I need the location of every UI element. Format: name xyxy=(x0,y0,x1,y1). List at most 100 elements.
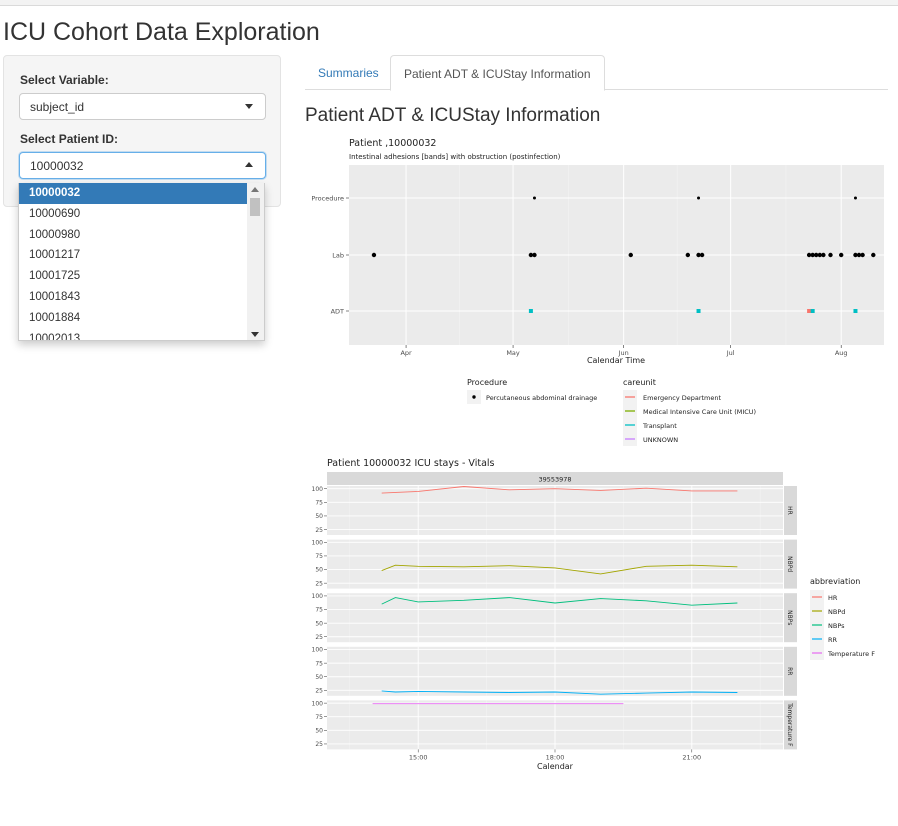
lab-point xyxy=(839,252,844,258)
select-variable-dropdown[interactable]: subject_id xyxy=(19,93,266,120)
legend-label-careunit: Medical Intensive Care Unit (MICU) xyxy=(643,408,756,416)
chevron-up-icon xyxy=(245,162,253,167)
x-axis-title: Calendar Time xyxy=(587,356,645,365)
patient-option[interactable]: 10000980 xyxy=(19,225,264,246)
y-tick-label: Procedure xyxy=(311,195,344,203)
facet-strip-label: Temperature F xyxy=(786,702,793,747)
procedure-point xyxy=(853,196,857,200)
procedure-point xyxy=(532,196,536,200)
facet-label: 39553978 xyxy=(538,476,571,484)
y-tick-label: 75 xyxy=(315,553,323,560)
chart-title: Patient 10000032 ICU stays - Vitals xyxy=(327,458,495,469)
chart-subtitle: Intestinal adhesions [bands] with obstru… xyxy=(349,153,561,161)
x-tick-label: May xyxy=(506,349,520,357)
options-scrollbar[interactable] xyxy=(247,183,264,340)
scroll-down-arrow-icon[interactable] xyxy=(251,332,259,337)
y-tick-label: 25 xyxy=(315,688,323,695)
y-tick-label: ADT xyxy=(331,308,344,316)
procedure-point xyxy=(697,196,701,200)
icu-vitals-chart: Patient 10000032 ICU stays - Vitals 3955… xyxy=(312,458,876,771)
select-variable-label: Select Variable: xyxy=(20,73,109,87)
y-tick-label: 25 xyxy=(315,741,323,748)
legend-label: NBPd xyxy=(828,608,845,616)
patient-option[interactable]: 10001217 xyxy=(19,245,264,266)
adt-timeline-chart: Patient ,10000032 Intestinal adhesions [… xyxy=(311,138,884,446)
lab-point xyxy=(532,252,537,258)
lab-point xyxy=(828,252,833,258)
x-tick-label: 18:00 xyxy=(546,753,565,761)
patient-option[interactable]: 10000690 xyxy=(19,204,264,225)
legend-label: RR xyxy=(828,636,838,644)
legend-label: HR xyxy=(828,594,838,602)
x-tick-label: Aug xyxy=(835,349,848,357)
y-tick-label: 75 xyxy=(315,607,323,614)
lab-point xyxy=(871,252,876,258)
y-tick-label: 50 xyxy=(315,620,323,627)
legend-label-procedure: Percutaneous abdominal drainage xyxy=(486,394,597,402)
y-tick-label: 25 xyxy=(315,527,323,534)
facet-strip-label: NBPd xyxy=(786,556,793,572)
lab-point xyxy=(685,252,691,258)
x-tick-label: 21:00 xyxy=(682,753,701,761)
legend-title-careunit: careunit xyxy=(623,378,656,387)
section-title: Patient ADT & ICUStay Information xyxy=(305,105,601,126)
x-tick-label: Jul xyxy=(726,349,735,357)
y-tick-label: 100 xyxy=(312,593,324,600)
lab-point xyxy=(628,252,633,258)
legend-label-careunit: Emergency Department xyxy=(643,394,722,402)
adt-segment xyxy=(853,309,858,313)
adt-segment xyxy=(528,309,533,313)
patient-option[interactable]: 10001843 xyxy=(19,287,264,308)
scrollbar-thumb[interactable] xyxy=(250,198,260,216)
facet-strip-label: NBPs xyxy=(786,610,793,625)
facet-strip-label: RR xyxy=(786,667,793,675)
legend-title: abbreviation xyxy=(810,577,860,586)
y-tick-label: 25 xyxy=(315,634,323,641)
lab-point xyxy=(860,252,865,258)
y-tick-label: 100 xyxy=(312,700,324,707)
y-tick-label: 75 xyxy=(315,660,323,667)
patient-option[interactable]: 10001884 xyxy=(19,308,264,329)
y-tick-label: 100 xyxy=(312,486,324,493)
browser-top-strip xyxy=(0,0,898,6)
patient-option[interactable]: 10000032 xyxy=(19,183,264,204)
chevron-down-icon xyxy=(245,104,253,109)
y-tick-label: 50 xyxy=(315,728,323,735)
lab-point xyxy=(371,252,377,258)
legend-point-procedure xyxy=(472,395,476,399)
tab-summaries[interactable]: Summaries xyxy=(305,55,392,90)
select-patient-label: Select Patient ID: xyxy=(20,132,119,146)
legend-label: Temperature F xyxy=(827,650,875,658)
select-patient-dropdown[interactable]: 10000032 xyxy=(19,152,266,179)
y-tick-label: 75 xyxy=(315,500,323,507)
legend-label: NBPs xyxy=(828,622,845,630)
adt-segment xyxy=(810,309,815,313)
tab-patient-adt-icustay[interactable]: Patient ADT & ICUStay Information xyxy=(390,55,605,91)
chart-title: Patient ,10000032 xyxy=(349,138,436,149)
patient-options-list[interactable]: 10000032 10000690 10000980 10001217 1000… xyxy=(18,183,265,341)
select-patient-value: 10000032 xyxy=(30,159,84,173)
y-tick-label: 25 xyxy=(315,580,323,587)
facet-strip-label: HR xyxy=(786,506,793,515)
x-axis-title: Calendar xyxy=(537,762,574,771)
legend-label-careunit: Transplant xyxy=(642,422,677,430)
patient-option[interactable]: 10001725 xyxy=(19,266,264,287)
y-tick-label: 100 xyxy=(312,647,324,654)
patient-option[interactable]: 10002013 xyxy=(19,329,264,340)
lab-point xyxy=(699,252,705,258)
tab-bar: Summaries Patient ADT & ICUStay Informat… xyxy=(305,55,888,91)
x-tick-label: Apr xyxy=(400,349,412,357)
select-variable-value: subject_id xyxy=(30,100,85,114)
adt-segment xyxy=(696,309,701,313)
adt-segment xyxy=(807,309,812,313)
y-tick-label: 50 xyxy=(315,567,323,574)
scroll-up-arrow-icon[interactable] xyxy=(251,187,259,192)
y-tick-label: Lab xyxy=(332,252,344,260)
lab-point xyxy=(821,252,826,258)
y-tick-label: 100 xyxy=(312,540,324,547)
legend-label-careunit: UNKNOWN xyxy=(643,436,678,444)
legend-title-procedure: Procedure xyxy=(467,378,507,387)
y-tick-label: 50 xyxy=(315,513,323,520)
y-tick-label: 50 xyxy=(315,674,323,681)
app-title: ICU Cohort Data Exploration xyxy=(3,18,320,46)
